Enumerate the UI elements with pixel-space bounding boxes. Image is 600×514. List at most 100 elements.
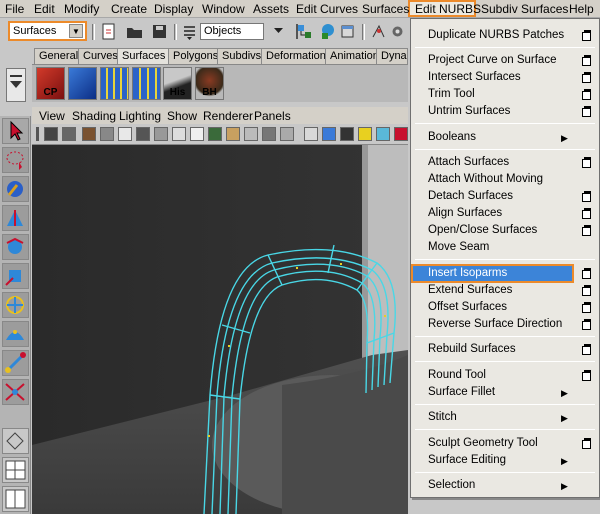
wireframe-icon[interactable]	[304, 127, 318, 141]
move-tool-icon[interactable]	[2, 205, 29, 231]
isolate-select-icon[interactable]	[244, 127, 258, 141]
menu-item-detach-surfaces[interactable]: Detach Surfaces	[428, 190, 513, 202]
light-icon[interactable]	[358, 127, 372, 141]
soft-mod-tool-icon[interactable]	[2, 321, 29, 347]
resolution-gate-icon[interactable]	[154, 127, 168, 141]
option-box-icon[interactable]	[582, 302, 591, 313]
menu-item-untrim-surfaces[interactable]: Untrim Surfaces	[428, 105, 510, 117]
select-camera-icon[interactable]	[44, 127, 58, 141]
option-box-icon[interactable]	[582, 30, 591, 41]
safe-title-icon[interactable]	[280, 127, 294, 141]
selection-mask-icon[interactable]	[181, 23, 198, 40]
menu-display[interactable]: Display	[154, 2, 193, 16]
menu-item-insert-isoparms[interactable]: Insert Isoparms	[428, 267, 507, 279]
menu-edit-nurbs[interactable]: Edit NURBS	[415, 2, 481, 16]
select-tool-icon[interactable]	[2, 118, 29, 144]
lasso-tool-icon[interactable]	[2, 147, 29, 173]
option-box-icon[interactable]	[582, 157, 591, 168]
tab-deformation[interactable]: Deformation	[261, 48, 331, 64]
menu-item-selection[interactable]: Selection	[428, 479, 475, 491]
render-icon[interactable]	[394, 127, 408, 141]
tab-subdivs[interactable]: Subdivs	[217, 48, 267, 64]
menu-item-booleans[interactable]: Booleans	[428, 131, 476, 143]
panel-menu-renderer[interactable]: Renderer	[203, 109, 253, 123]
menu-item-rebuild-surfaces[interactable]: Rebuild Surfaces	[428, 343, 516, 355]
hierarchy-mode-icon[interactable]	[296, 23, 313, 40]
option-box-icon[interactable]	[582, 55, 591, 66]
menu-item-open-close-surfaces[interactable]: Open/Close Surfaces	[428, 224, 537, 236]
option-box-icon[interactable]	[582, 208, 591, 219]
menu-item-move-seam[interactable]: Move Seam	[428, 241, 489, 253]
menu-set-select[interactable]: Surfaces ▼	[8, 21, 87, 41]
menu-surfaces[interactable]: Surfaces	[362, 2, 409, 16]
image-plane-icon[interactable]	[100, 127, 114, 141]
scale-tool-icon[interactable]	[2, 263, 29, 289]
tab-dynamics[interactable]: Dynam	[376, 48, 408, 64]
menu-edit[interactable]: Edit	[34, 2, 55, 16]
menu-window[interactable]: Window	[202, 2, 245, 16]
film-gate-icon[interactable]	[136, 127, 150, 141]
menu-item-surface-fillet[interactable]: Surface Fillet	[428, 386, 495, 398]
field-chart-icon[interactable]	[190, 127, 204, 141]
save-scene-icon[interactable]	[151, 23, 168, 40]
menu-item-duplicate-nurbs-patches[interactable]: Duplicate NURBS Patches	[428, 29, 564, 41]
last-tool-icon[interactable]	[2, 379, 29, 405]
menu-item-offset-surfaces[interactable]: Offset Surfaces	[428, 301, 507, 313]
menu-file[interactable]: File	[5, 2, 24, 16]
option-box-icon[interactable]	[582, 89, 591, 100]
panel-menu-view[interactable]: View	[39, 109, 65, 123]
menu-item-extend-surfaces[interactable]: Extend Surfaces	[428, 284, 512, 296]
bookmark-icon[interactable]	[82, 127, 96, 141]
object-type-icon[interactable]	[319, 23, 336, 40]
layout-single-icon[interactable]	[2, 428, 29, 454]
option-box-icon[interactable]	[582, 106, 591, 117]
menu-item-stitch[interactable]: Stitch	[428, 411, 457, 423]
menu-item-trim-tool[interactable]: Trim Tool	[428, 88, 475, 100]
chevron-down-icon[interactable]	[270, 23, 287, 40]
tab-surfaces[interactable]: Surfaces	[117, 48, 171, 64]
menu-subdiv-surfaces[interactable]: Subdiv Surfaces	[481, 2, 568, 16]
perspective-viewport[interactable]	[32, 145, 408, 514]
menu-help[interactable]: Help	[569, 2, 594, 16]
option-box-icon[interactable]	[582, 268, 591, 279]
select-by-handle-icon[interactable]	[370, 23, 387, 40]
option-box-icon[interactable]	[582, 285, 591, 296]
safe-action-icon[interactable]	[172, 127, 186, 141]
menu-item-round-tool[interactable]: Round Tool	[428, 369, 486, 381]
universal-manip-icon[interactable]	[2, 292, 29, 318]
shelf-button-history[interactable]: His	[163, 67, 192, 100]
menu-item-surface-editing[interactable]: Surface Editing	[428, 454, 506, 466]
rotate-tool-icon[interactable]	[2, 234, 29, 260]
select-by-joint-icon[interactable]	[389, 23, 406, 40]
option-box-icon[interactable]	[582, 72, 591, 83]
option-box-icon[interactable]	[582, 370, 591, 381]
shelf-button-loft[interactable]	[132, 67, 161, 100]
menu-item-sculpt-geometry-tool[interactable]: Sculpt Geometry Tool	[428, 437, 538, 449]
texture-icon[interactable]	[376, 127, 390, 141]
panel-menu-lighting[interactable]: Lighting	[119, 109, 161, 123]
option-box-icon[interactable]	[582, 225, 591, 236]
camera-guide-icon[interactable]	[262, 127, 276, 141]
chevron-down-icon[interactable]: ▼	[69, 24, 83, 38]
tab-general[interactable]: General	[34, 48, 84, 64]
panel-menu-show[interactable]: Show	[167, 109, 197, 123]
shelf-button-nurbs-surface[interactable]	[68, 67, 97, 100]
xray-icon[interactable]	[208, 127, 222, 141]
menu-item-intersect-surfaces[interactable]: Intersect Surfaces	[428, 71, 521, 83]
flat-shade-icon[interactable]	[340, 127, 354, 141]
menu-create[interactable]: Create	[111, 2, 147, 16]
menu-item-attach-surfaces[interactable]: Attach Surfaces	[428, 156, 509, 168]
layout-split-icon[interactable]	[2, 486, 29, 512]
show-manip-tool-icon[interactable]	[2, 350, 29, 376]
menu-assets[interactable]: Assets	[253, 2, 289, 16]
panel-menu-shading[interactable]: Shading	[72, 109, 116, 123]
menu-modify[interactable]: Modify	[64, 2, 99, 16]
option-box-icon[interactable]	[582, 344, 591, 355]
grid-toggle-icon[interactable]	[118, 127, 132, 141]
open-scene-icon[interactable]	[126, 23, 143, 40]
menu-item-align-surfaces[interactable]: Align Surfaces	[428, 207, 502, 219]
new-scene-icon[interactable]	[100, 23, 117, 40]
option-box-icon[interactable]	[582, 319, 591, 330]
component-mode-icon[interactable]	[339, 23, 356, 40]
selection-mode-field[interactable]: Objects	[200, 23, 264, 40]
